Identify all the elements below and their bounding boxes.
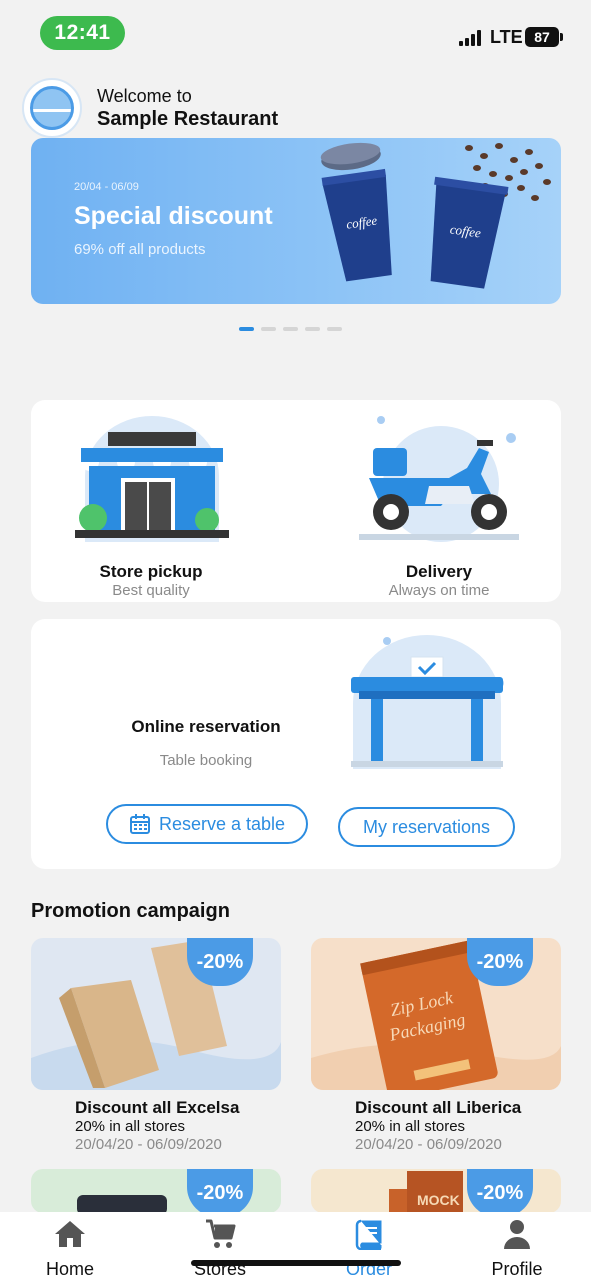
store-pickup-sub: Best quality — [112, 582, 190, 599]
promo-image: MOCK -20% — [311, 1169, 561, 1213]
promo-image: -20% — [31, 1169, 281, 1213]
status-bar: 12:41 LTE 87 — [0, 0, 591, 64]
home-indicator — [191, 1260, 401, 1266]
delivery-sub: Always on time — [388, 582, 490, 599]
promo-date: 20/04/20 - 06/09/2020 — [355, 1136, 502, 1153]
pagination-dot[interactable] — [239, 327, 254, 331]
restaurant-name: Sample Restaurant — [97, 108, 279, 130]
promo-title: Discount all Excelsa — [75, 1098, 240, 1117]
pagination-dot[interactable] — [261, 327, 276, 331]
promo-title: Discount all Liberica — [355, 1098, 522, 1117]
home-icon — [55, 1221, 85, 1247]
service-card: Store pickup Best quality Delivery Alway… — [31, 400, 561, 602]
reserve-table-label: Reserve a table — [158, 813, 286, 834]
nav-order[interactable]: Order — [314, 1212, 424, 1280]
book-icon — [355, 1219, 382, 1250]
store-pickup-option[interactable]: Store pickup Best quality — [31, 400, 281, 602]
reservation-sub: Table booking — [159, 752, 253, 769]
promo-banner[interactable]: 20/04 - 06/09 Special discount 69% off a… — [31, 138, 561, 304]
nav-profile[interactable]: Profile — [462, 1212, 572, 1280]
promo-date: 20/04/20 - 06/09/2020 — [75, 1136, 222, 1153]
my-reservations-button[interactable]: My reservations — [338, 807, 515, 847]
store-pickup-label: Store pickup — [99, 562, 203, 581]
my-reservations-label: My reservations — [362, 816, 491, 837]
promo-card[interactable]: -20% Discount all Excelsa 20% in all sto… — [31, 938, 281, 1158]
nav-home-label: Home — [45, 1259, 94, 1279]
bottom-nav: Home Stores Order Profile — [0, 1212, 591, 1280]
discount-badge: -20% — [187, 1169, 253, 1213]
person-icon — [504, 1220, 530, 1249]
scooter-illustration — [359, 416, 519, 542]
promo-sub: 20% in all stores — [75, 1118, 186, 1135]
restaurant-logo — [22, 78, 82, 138]
reservation-title: Online reservation — [131, 717, 281, 736]
banner-subtitle: 69% off all products — [74, 241, 206, 258]
promo-sub: 20% in all stores — [355, 1118, 466, 1135]
reserve-table-button[interactable]: Reserve a table — [106, 804, 308, 844]
battery-indicator: 87 — [525, 27, 563, 47]
promo-card[interactable]: -20% — [31, 1169, 281, 1213]
signal-icon — [459, 30, 483, 46]
promotion-section-title: Promotion campaign — [31, 900, 230, 922]
network-type: LTE — [490, 27, 523, 47]
pagination-dot[interactable] — [283, 327, 298, 331]
banner-pagination[interactable] — [239, 327, 342, 331]
promo-image: -20% — [31, 938, 281, 1090]
status-time: 12:41 — [40, 16, 125, 50]
nav-stores[interactable]: Stores — [165, 1212, 275, 1280]
nav-home[interactable]: Home — [15, 1212, 125, 1280]
cart-icon — [206, 1219, 236, 1248]
banner-title: Special discount — [74, 202, 273, 230]
promo-card[interactable]: MOCK -20% — [311, 1169, 561, 1213]
pagination-dot[interactable] — [327, 327, 342, 331]
promo-image: Zip Lock Packaging -20% — [311, 938, 561, 1090]
calendar-icon — [129, 814, 150, 834]
delivery-option[interactable]: Delivery Always on time — [311, 400, 561, 602]
discount-badge: -20% — [467, 1169, 533, 1213]
reservation-card: Online reservation Table booking Reserve… — [31, 619, 561, 869]
promo-card[interactable]: Zip Lock Packaging -20% Discount all Lib… — [311, 938, 561, 1158]
coffee-cups-illustration: coffee coffee — [320, 142, 551, 289]
delivery-label: Delivery — [405, 562, 473, 581]
svg-text:MOCK: MOCK — [417, 1192, 460, 1208]
welcome-text: Welcome to — [97, 86, 192, 106]
table-illustration — [351, 635, 504, 769]
banner-date: 20/04 - 06/09 — [74, 181, 139, 193]
nav-profile-label: Profile — [491, 1259, 543, 1279]
store-illustration — [75, 416, 229, 542]
pagination-dot[interactable] — [305, 327, 320, 331]
